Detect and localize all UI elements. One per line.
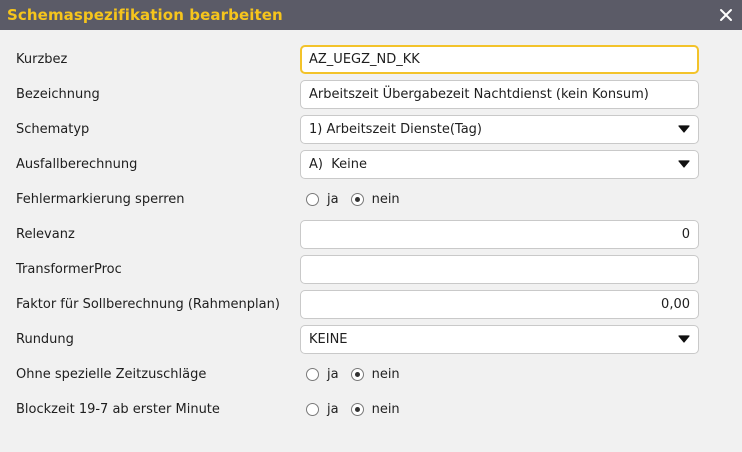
row-transformerproc: TransformerProc xyxy=(0,254,742,284)
radio-unchecked-icon xyxy=(306,192,319,206)
radio-label-nein: nein xyxy=(371,366,400,382)
ausfallberechnung-value: A) Keine xyxy=(309,156,367,172)
fehlermarkierung-radio-nein[interactable]: nein xyxy=(350,191,400,207)
fehlermarkierung-label: Fehlermarkierung sperren xyxy=(16,191,185,207)
bezeichnung-input[interactable]: Arbeitszeit Übergabezeit Nachtdienst (ke… xyxy=(300,79,699,109)
relevanz-value: 0 xyxy=(681,226,690,242)
rundung-value: KEINE xyxy=(309,331,348,347)
zeitzuschlaege-radio-group: ja nein xyxy=(306,367,412,382)
radio-label-nein: nein xyxy=(371,401,400,417)
fehlermarkierung-radio-group: ja nein xyxy=(306,192,412,207)
row-relevanz: Relevanz 0 xyxy=(0,219,742,249)
caret-down-icon xyxy=(678,335,690,343)
radio-checked-icon xyxy=(350,402,364,416)
ausfallberechnung-select[interactable]: A) Keine xyxy=(300,149,699,179)
kurzbez-input[interactable]: AZ_UEGZ_ND_KK xyxy=(300,44,699,74)
radio-unchecked-icon xyxy=(306,402,319,416)
transformerproc-input[interactable] xyxy=(300,254,699,284)
blockzeit-radio-group: ja nein xyxy=(306,402,412,417)
row-ausfallberechnung: Ausfallberechnung A) Keine xyxy=(0,149,742,179)
faktor-value: 0,00 xyxy=(661,296,690,312)
rundung-select[interactable]: KEINE xyxy=(300,324,699,354)
schematyp-select[interactable]: 1) Arbeitszeit Dienste(Tag) xyxy=(300,114,699,144)
row-zeitzuschlaege: Ohne spezielle Zeitzuschläge ja nein xyxy=(0,359,742,389)
dialog: Schemaspezifikation bearbeiten Kurzbez A… xyxy=(0,0,742,452)
zeitzuschlaege-radio-ja[interactable]: ja xyxy=(306,367,339,382)
row-schematyp: Schematyp 1) Arbeitszeit Dienste(Tag) xyxy=(0,114,742,144)
dialog-title: Schemaspezifikation bearbeiten xyxy=(7,6,283,24)
blockzeit-label: Blockzeit 19-7 ab erster Minute xyxy=(16,401,220,417)
blockzeit-radio-nein[interactable]: nein xyxy=(350,401,400,417)
radio-unchecked-icon xyxy=(306,367,319,381)
kurzbez-value: AZ_UEGZ_ND_KK xyxy=(309,51,420,67)
schematyp-value: 1) Arbeitszeit Dienste(Tag) xyxy=(309,121,482,137)
zeitzuschlaege-label: Ohne spezielle Zeitzuschläge xyxy=(16,366,207,382)
schematyp-label: Schematyp xyxy=(16,121,90,137)
bezeichnung-label: Bezeichnung xyxy=(16,86,100,102)
radio-label-ja: ja xyxy=(327,191,339,207)
caret-down-icon xyxy=(678,125,690,133)
radio-checked-icon xyxy=(350,192,364,206)
radio-checked-icon xyxy=(350,367,364,381)
fehlermarkierung-radio-ja[interactable]: ja xyxy=(306,192,339,207)
row-fehlermarkierung: Fehlermarkierung sperren ja nein xyxy=(0,184,742,214)
row-bezeichnung: Bezeichnung Arbeitszeit Übergabezeit Nac… xyxy=(0,79,742,109)
zeitzuschlaege-radio-nein[interactable]: nein xyxy=(350,366,400,382)
relevanz-label: Relevanz xyxy=(16,226,75,242)
row-blockzeit: Blockzeit 19-7 ab erster Minute ja nein xyxy=(0,394,742,424)
radio-label-nein: nein xyxy=(371,191,400,207)
faktor-input[interactable]: 0,00 xyxy=(300,289,699,319)
dialog-titlebar: Schemaspezifikation bearbeiten xyxy=(0,0,742,30)
row-kurzbez: Kurzbez AZ_UEGZ_ND_KK xyxy=(0,44,742,74)
blockzeit-radio-ja[interactable]: ja xyxy=(306,402,339,417)
bezeichnung-value: Arbeitszeit Übergabezeit Nachtdienst (ke… xyxy=(309,86,649,102)
kurzbez-label: Kurzbez xyxy=(16,51,68,67)
transformerproc-label: TransformerProc xyxy=(16,261,122,277)
row-rundung: Rundung KEINE xyxy=(0,324,742,354)
faktor-label: Faktor für Sollberechnung (Rahmenplan) xyxy=(16,296,280,312)
relevanz-input[interactable]: 0 xyxy=(300,219,699,249)
radio-label-ja: ja xyxy=(327,366,339,382)
close-icon[interactable] xyxy=(718,7,734,23)
caret-down-icon xyxy=(678,160,690,168)
radio-label-ja: ja xyxy=(327,401,339,417)
rundung-label: Rundung xyxy=(16,331,74,347)
ausfallberechnung-label: Ausfallberechnung xyxy=(16,156,138,172)
row-faktor: Faktor für Sollberechnung (Rahmenplan) 0… xyxy=(0,289,742,319)
